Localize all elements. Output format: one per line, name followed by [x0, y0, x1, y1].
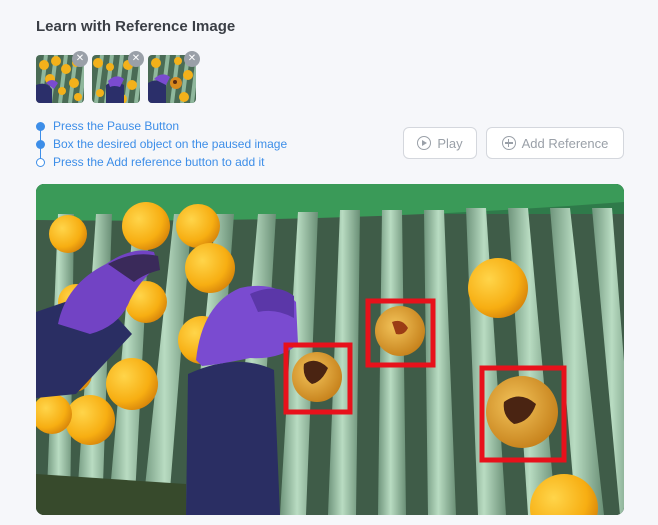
- paused-video-frame[interactable]: [36, 184, 624, 515]
- add-reference-label: Add Reference: [521, 135, 609, 151]
- step-pending-icon: [36, 158, 45, 167]
- close-icon[interactable]: ✕: [128, 51, 144, 67]
- panel-title: Learn with Reference Image: [36, 18, 236, 35]
- close-icon[interactable]: ✕: [184, 51, 200, 67]
- step-label: Press the Pause Button: [53, 119, 180, 133]
- reference-thumbnail[interactable]: ✕: [92, 51, 144, 103]
- step-label: Press the Add reference button to add it: [53, 155, 265, 169]
- plus-circle-icon: [501, 136, 516, 150]
- play-button[interactable]: Play: [403, 127, 477, 159]
- step-done-icon: [36, 122, 45, 131]
- step-item: Press the Add reference button to add it: [34, 153, 287, 171]
- instruction-steps: Press the Pause Button Box the desired o…: [34, 117, 287, 171]
- close-icon[interactable]: ✕: [72, 51, 88, 67]
- play-button-label: Play: [437, 135, 463, 151]
- reference-thumbnail[interactable]: ✕: [148, 51, 200, 103]
- reference-thumbnails: ✕ ✕ ✕: [36, 51, 200, 103]
- play-circle-icon: [417, 136, 432, 150]
- step-done-icon: [36, 140, 45, 149]
- video-frame-image: [36, 184, 624, 515]
- reference-thumbnail[interactable]: ✕: [36, 51, 88, 103]
- step-label: Box the desired object on the paused ima…: [53, 137, 288, 151]
- add-reference-button[interactable]: Add Reference: [486, 127, 624, 159]
- step-item: Box the desired object on the paused ima…: [34, 135, 287, 153]
- step-item: Press the Pause Button: [34, 117, 287, 135]
